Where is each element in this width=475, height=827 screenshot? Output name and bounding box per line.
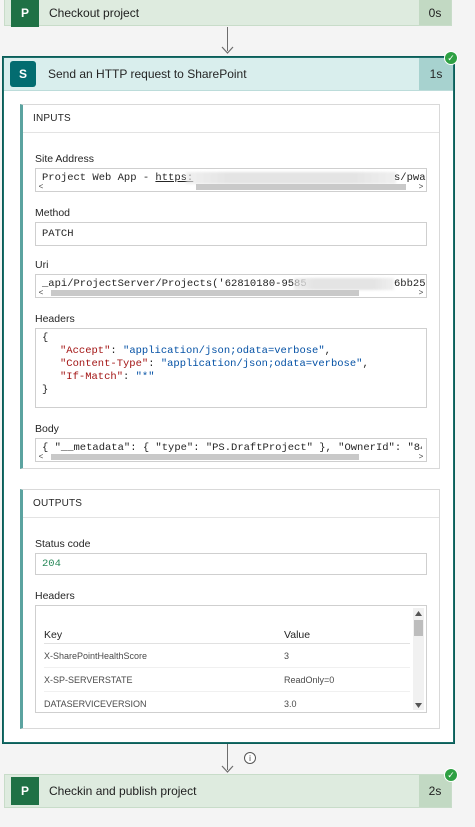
table-row: DATASERVICEVERSION 3.0 [44,699,297,709]
status-code-field[interactable]: 204 [35,553,427,575]
step-duration: 0s [419,0,451,25]
scroll-thumb[interactable] [414,620,423,636]
body-field[interactable]: { "__metadata": { "type": "PS.DraftProje… [35,438,427,462]
scroll-right-icon[interactable]: > [416,452,426,461]
arrow-down-icon [221,46,234,54]
step-title: Checkin and publish project [49,784,197,798]
method-field[interactable]: PATCH [35,222,427,246]
headers-table: Key Value X-SharePointHealthScore 3 X-SP… [44,628,410,712]
project-icon: P [11,0,39,27]
status-code-label: Status code [35,538,91,550]
column-header-key: Key [44,629,63,641]
scroll-right-icon[interactable]: > [416,182,426,191]
body-label: Body [35,423,59,435]
horizontal-scrollbar[interactable]: < > [36,182,426,191]
output-headers-label: Headers [35,590,75,602]
uri-field[interactable]: _api/ProjectServer/Projects('62810180-95… [35,274,427,298]
scroll-left-icon[interactable]: < [36,452,46,461]
action-title: Send an HTTP request to SharePoint [48,67,247,81]
vertical-scrollbar[interactable] [413,608,424,710]
horizontal-scrollbar[interactable]: < > [36,452,426,461]
sharepoint-icon: S [10,61,36,87]
output-headers-table-box[interactable]: Key Value X-SharePointHealthScore 3 X-SP… [35,605,427,713]
json-open-brace: { [42,332,49,344]
uri-label: Uri [35,259,49,271]
table-row: X-SP-SERVERSTATE ReadOnly=0 [44,668,410,692]
column-header-value: Value [284,629,311,641]
header-line-accept: "Accept": "application/json;odata=verbos… [60,345,331,357]
json-close-brace: } [42,384,49,396]
horizontal-scrollbar[interactable]: < > [36,288,426,297]
info-icon[interactable]: i [244,752,256,764]
success-check-icon: ✓ [444,768,458,782]
outputs-header: OUTPUTS [23,490,439,518]
success-check-icon: ✓ [444,51,458,65]
headers-field[interactable]: { "Accept": "application/json;odata=verb… [35,328,427,408]
method-label: Method [35,207,71,219]
sharepoint-http-action-card: S Send an HTTP request to SharePoint 1s … [3,57,454,743]
method-value: PATCH [42,228,74,240]
scroll-down-icon[interactable] [413,700,424,710]
headers-label: Headers [35,313,75,325]
header-line-if-match: "If-Match": "*" [60,371,155,383]
scroll-right-icon[interactable]: > [416,288,426,297]
table-row: X-SharePointHealthScore 3 [44,644,410,668]
scroll-up-icon[interactable] [413,608,424,618]
project-icon: P [11,777,39,805]
header-line-content-type: "Content-Type": "application/json;odata=… [60,358,369,370]
site-address-label: Site Address [35,153,94,165]
step-title: Checkout project [49,6,140,20]
scroll-left-icon[interactable]: < [36,288,46,297]
arrow-down-icon [221,765,234,773]
action-header[interactable]: S Send an HTTP request to SharePoint 1s [4,58,453,91]
scroll-left-icon[interactable]: < [36,182,46,191]
checkout-project-step[interactable]: P Checkout project 0s [4,0,452,27]
inputs-panel: INPUTS Site Address Project Web App - ht… [20,104,440,469]
site-address-field[interactable]: Project Web App - https: s/pwa < > [35,168,427,192]
outputs-panel: OUTPUTS Status code 204 Headers Key Valu… [20,489,440,729]
status-code-value: 204 [42,558,61,570]
checkin-publish-step[interactable]: P Checkin and publish project 2s [4,774,452,808]
inputs-header: INPUTS [23,105,439,133]
